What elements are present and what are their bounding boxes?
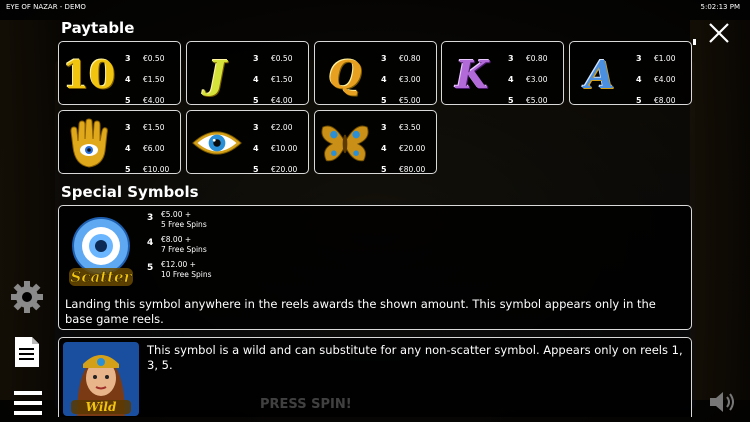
paytable-card-hamsa: 3 €1.50 4 €6.00 5 €10.00 [58,110,181,174]
paytable-card-k: K 3 €0.80 4 €3.00 5 €5.00 [441,41,564,105]
press-spin-background-text: PRESS SPIN! [260,397,352,412]
paytable-card-j: J 3 €0.50 4 €1.50 5 €4.00 [186,41,309,105]
status-bar: EYE OF NAZAR - DEMO 5:02:13 PM [0,0,750,14]
wild-description: This symbol is a wild and can substitute… [147,343,683,372]
k-symbol-icon: K [455,51,489,97]
window-title: EYE OF NAZAR - DEMO [6,3,86,11]
wild-card: Wild This symbol is a wild and can subst… [58,337,692,417]
paytable-card-eye: 3 €2.00 4 €10.00 5 €20.00 [186,110,309,174]
paytable-document-icon[interactable] [14,336,40,372]
scatter-description: Landing this symbol anywhere in the reel… [65,297,656,326]
svg-text:Scatter: Scatter [71,268,133,286]
paytable-card-q: Q 3 €0.80 4 €3.00 5 €5.00 [314,41,437,105]
paytable-heading: Paytable [61,19,135,37]
pay-list: 3 €0.80 4 €3.00 5 €5.00 [508,54,548,105]
scatter-card: Scatter 3 €5.00 +5 Free Spins 4 €8.00 +7 F… [58,205,692,330]
close-icon[interactable] [706,20,732,46]
settings-gear-icon[interactable] [10,280,44,318]
pay-list: 3 €2.00 4 €10.00 5 €20.00 [253,123,298,174]
special-symbols-heading: Special Symbols [61,183,199,201]
scatter-nazar-icon: Scatter [65,214,137,286]
pay-list: 3 €0.80 4 €3.00 5 €5.00 [381,54,421,105]
pay-list: 3 €1.00 4 €4.00 5 €8.00 [636,54,676,105]
pay-list: 3 €1.50 4 €6.00 5 €10.00 [125,123,170,174]
pay-list: 3 €0.50 4 €1.50 5 €4.00 [253,54,293,105]
eye-icon [191,117,243,169]
butterfly-icon [319,117,371,169]
paytable-card-a: A 3 €1.00 4 €4.00 5 €8.00 [569,41,692,105]
menu-hamburger-icon[interactable] [14,390,42,420]
speaker-icon[interactable] [708,390,738,418]
paytable-card-10: 10 3 €0.50 4 €1.50 5 €4.00 [58,41,181,105]
svg-text:Wild: Wild [86,400,117,414]
clock: 5:02:13 PM [700,3,740,11]
a-symbol-icon: A [585,51,615,97]
scatter-pay-list: 3 €5.00 +5 Free Spins 4 €8.00 +7 Free Spin… [147,210,212,279]
scroll-indicator[interactable] [693,39,696,45]
pay-list: 3 €3.50 4 €20.00 5 €80.00 [381,123,426,174]
pay-list: 3 €0.50 4 €1.50 5 €4.00 [125,54,165,105]
ten-symbol-icon: 10 [62,51,116,97]
j-symbol-icon: J [208,51,226,97]
hamsa-icon [63,117,115,169]
paytable-card-butterfly: 3 €3.50 4 €20.00 5 €80.00 [314,110,437,174]
q-symbol-icon: Q [328,51,362,97]
wild-princess-icon: Wild [63,342,139,416]
